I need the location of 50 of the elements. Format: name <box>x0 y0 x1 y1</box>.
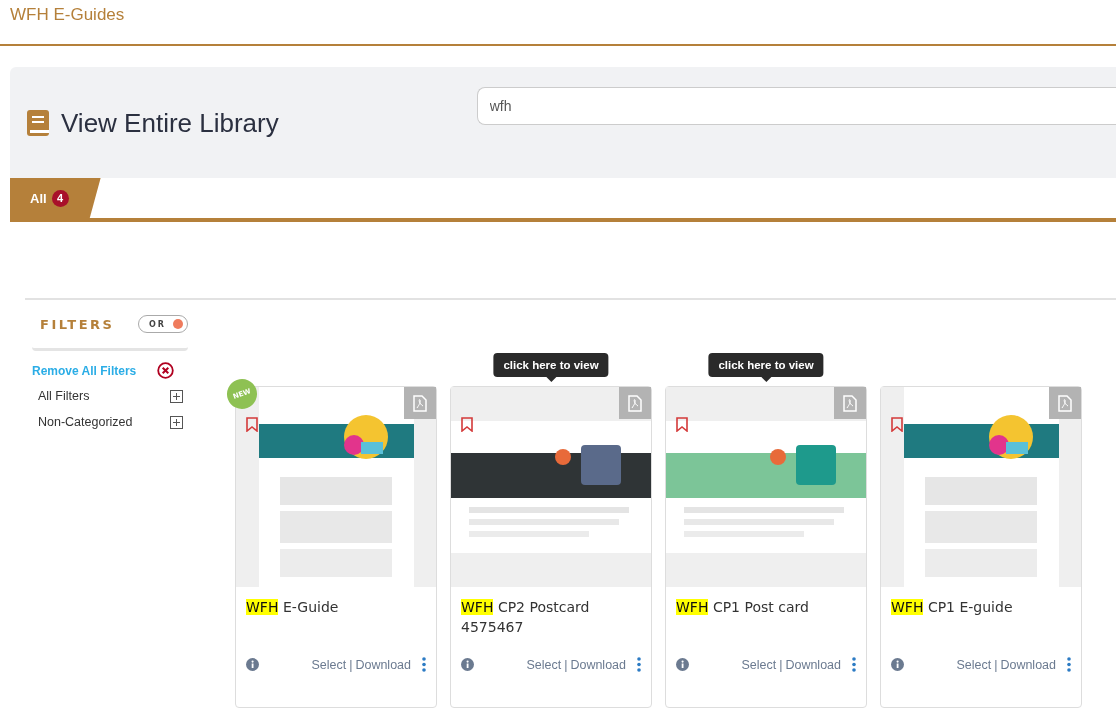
plus-icon[interactable] <box>170 415 183 429</box>
more-icon[interactable] <box>1067 657 1071 672</box>
info-icon[interactable] <box>891 658 904 671</box>
separator: | <box>564 657 568 672</box>
pdf-icon <box>1049 387 1081 419</box>
filter-group[interactable]: Non-Categorized <box>38 415 133 429</box>
close-icon[interactable] <box>157 362 174 379</box>
download-link[interactable]: Download <box>355 657 411 672</box>
page-title: WFH E-Guides <box>9 4 125 25</box>
select-link[interactable]: Select <box>311 657 347 672</box>
more-icon[interactable] <box>422 657 426 672</box>
mode-toggle[interactable]: OR <box>138 315 188 333</box>
library-title: View Entire Library <box>61 108 279 139</box>
info-icon[interactable] <box>246 658 259 671</box>
separator: | <box>349 657 353 672</box>
download-link[interactable]: Download <box>785 657 841 672</box>
select-link[interactable]: Select <box>526 657 562 672</box>
count-badge: 4 <box>51 189 69 207</box>
separator: | <box>779 657 783 672</box>
filters-heading: FILTERS <box>40 316 115 332</box>
card-title[interactable]: WFH CP1 Post card <box>666 587 866 657</box>
bookmark-icon[interactable] <box>246 417 258 432</box>
more-icon[interactable] <box>852 657 856 672</box>
card-title[interactable]: WFH CP1 E-guide <box>881 587 1081 657</box>
bookmark-icon[interactable] <box>891 417 903 432</box>
select-link[interactable]: Select <box>956 657 992 672</box>
document-card[interactable]: WFH CP1 E-guide Select | Download <box>880 386 1082 708</box>
pdf-icon <box>834 387 866 419</box>
more-icon[interactable] <box>637 657 641 672</box>
select-link[interactable]: Select <box>741 657 777 672</box>
pdf-icon <box>619 387 651 419</box>
info-icon[interactable] <box>676 658 689 671</box>
tab[interactable]: All 4 <box>10 178 101 218</box>
info-icon[interactable] <box>461 658 474 671</box>
search-field[interactable]: wfh <box>476 87 1116 125</box>
card-title[interactable]: WFH E-Guide <box>236 587 436 657</box>
pdf-icon <box>404 387 436 419</box>
tooltip: click here to view <box>708 353 824 382</box>
separator: | <box>994 657 998 672</box>
card-title[interactable]: WFH CP2 Postcard 4575467 <box>451 587 651 657</box>
tooltip: click here to view <box>493 353 609 382</box>
download-link[interactable]: Download <box>1000 657 1056 672</box>
document-card[interactable]: WFH CP1 Post card Select | Download <box>665 386 867 708</box>
bookmark-icon[interactable] <box>676 417 688 432</box>
book-icon <box>27 109 49 136</box>
plus-icon[interactable] <box>170 389 183 403</box>
document-card[interactable]: WFH CP2 Postcard 4575467 Select | Download <box>450 386 652 708</box>
filter-group[interactable]: All Filters <box>38 389 90 403</box>
download-link[interactable]: Download <box>570 657 626 672</box>
bookmark-icon[interactable] <box>461 417 473 432</box>
